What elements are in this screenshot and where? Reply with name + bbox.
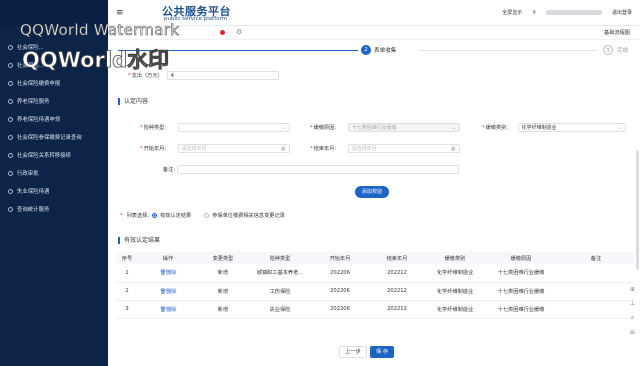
remark-row: 备注:	[143, 165, 459, 174]
col-insurance-type: 险种类型	[248, 252, 312, 264]
scrollbar[interactable]	[636, 150, 639, 270]
col-action: 操作	[138, 252, 198, 264]
delete-link[interactable]: 🗑删除	[160, 307, 177, 313]
radio-valid-results[interactable]	[152, 213, 158, 218]
menu-icon	[8, 62, 13, 68]
delete-link[interactable]: 🗑删除	[160, 289, 177, 295]
logout-link[interactable]: 退出登录	[612, 9, 632, 16]
menu-icon	[8, 44, 13, 50]
results-section-title: 有效认定结果	[118, 237, 160, 244]
list-select-label: 列表选择:	[126, 213, 150, 219]
floating-toolbar: ⊕ ⊥ ⌕ ⊖	[628, 286, 637, 336]
remark-input[interactable]	[177, 165, 459, 174]
deferral-category-select[interactable]: 化学纤维制造业 ⌄	[517, 123, 626, 132]
calendar-icon: ▦	[280, 146, 286, 152]
difficulty-reason-row: * 缓缴原因: 十七类困难行业缓缴 ⌄	[310, 123, 460, 132]
sidebar-item-8[interactable]: 行政审批	[0, 164, 108, 182]
tab-close-dot-icon[interactable]	[220, 30, 225, 35]
sidebar-item-4[interactable]: 养老保险服务	[0, 92, 108, 110]
sidebar-item-7[interactable]: 社会保险关系转移接续	[0, 146, 108, 164]
user-name-redacted	[545, 10, 602, 15]
start-month-label: 开始年月:	[143, 146, 167, 152]
step-2-label: 表单收集	[374, 48, 397, 54]
radio-valid-results-label[interactable]: 有效认定结果	[160, 212, 191, 219]
top-header: ≡ 公共服务平台 public service platform 全屏显示 ⚲ …	[108, 0, 640, 26]
table-header-row: 序号 操作 变更类型 险种类型 开始年月 结束年月 缓缴类别 缓缴原因 备注	[116, 252, 634, 264]
step-2-circle: 2	[361, 45, 371, 55]
end-month-row: * 结束年月: 请选择年月 ▦	[310, 144, 460, 153]
difficulty-reason-label: 缓缴原因:	[313, 125, 337, 131]
difficulty-reason-select[interactable]: 十七类困难行业缓缴 ⌄	[347, 123, 460, 132]
add-check-button[interactable]: 添加校验	[355, 186, 389, 198]
col-deferral-category: 缓缴类别	[426, 252, 484, 264]
chevron-down-icon: ⌄	[281, 125, 286, 131]
fullscreen-link[interactable]: 全屏显示	[502, 9, 522, 16]
hamburger-icon[interactable]: ≡	[116, 8, 124, 18]
radio-change-records[interactable]	[204, 213, 210, 218]
remark-label: 备注:	[162, 167, 175, 173]
chevron-down-icon: ⌄	[617, 125, 622, 131]
menu-icon	[8, 134, 13, 140]
step-3-label: 完成	[617, 48, 629, 54]
calendar-icon: ▦	[450, 146, 456, 152]
menu-icon	[8, 206, 13, 212]
prev-step-button[interactable]: 上一步	[339, 346, 367, 358]
sidebar-item-9[interactable]: 失业保险待遇	[0, 182, 108, 200]
step-indicator: 2 表单收集 3 完成	[108, 40, 640, 60]
col-no: 序号	[116, 252, 138, 264]
sidebar-item-3[interactable]: 社会保险缴费申报	[0, 74, 108, 92]
chevron-down-icon: ⌄	[451, 125, 456, 131]
sidebar-item-5[interactable]: 养老保险待遇申领	[0, 110, 108, 128]
list-select-group: * 列表选择: 有效认定结果 参保单位缴费相关信息变更记录	[120, 212, 285, 220]
col-change-type: 变更类型	[198, 252, 248, 264]
step-3-circle: 3	[603, 45, 613, 55]
menu-icon	[8, 188, 13, 194]
start-month-picker[interactable]: 请选择年月 ▦	[177, 144, 290, 153]
search-icon[interactable]: ⌕	[631, 314, 634, 322]
menu-icon	[8, 152, 13, 158]
user-icon: ⚲	[532, 9, 536, 16]
menu-icon	[8, 116, 13, 122]
end-month-picker[interactable]: 请选择年月 ▦	[347, 144, 460, 153]
menu-icon	[8, 98, 13, 104]
insurance-type-label: 险种类型:	[143, 125, 167, 131]
col-end-month: 结束年月	[368, 252, 426, 264]
col-start-month: 开始年月	[312, 252, 368, 264]
menu-icon	[8, 80, 13, 86]
expense-input[interactable]: 4	[166, 71, 279, 80]
deferral-category-row: * 缓缴类别: 化学纤维制造业 ⌄	[482, 123, 626, 132]
insurance-type-row: * 险种类型: ⌄	[140, 123, 290, 132]
deferral-category-label: 缓缴类别:	[485, 125, 509, 131]
table-row: 1 🗑删除 新增 城镇职工基本养老... 202206 202212 化学纤维制…	[116, 264, 634, 283]
insurance-type-select[interactable]: ⌄	[177, 123, 290, 132]
step-line-pending	[418, 50, 598, 51]
tab-bar: ⚙ 基础流程图	[108, 26, 640, 40]
table-row: 3 🗑删除 新增 失业保险 202206 202212 化学纤维制造业 十七类困…	[116, 300, 634, 319]
radio-change-records-label[interactable]: 参保单位缴费相关信息变更记录	[212, 212, 285, 219]
flowchart-link[interactable]: 基础流程图	[604, 29, 630, 36]
watermark-text-cn: QQWorld水印	[22, 48, 170, 73]
pin-icon[interactable]: ⊥	[630, 300, 635, 307]
table-row: 2 🗑删除 新增 工伤保险 202206 202212 化学纤维制造业 十七类困…	[116, 282, 634, 301]
save-button[interactable]: 保 存	[370, 346, 394, 358]
watermark-text: QQWorld Watermark	[20, 21, 180, 40]
results-table: 序号 操作 变更类型 险种类型 开始年月 结束年月 缓缴类别 缓缴原因 备注 1…	[116, 252, 634, 319]
recognition-section-title: 认定内容	[118, 98, 148, 105]
end-month-label: 结束年月:	[313, 146, 337, 152]
gear-icon[interactable]: ⚙	[236, 28, 242, 36]
start-month-row: * 开始年月: 请选择年月 ▦	[140, 144, 290, 153]
col-difficulty-reason: 缓缴原因	[484, 252, 558, 264]
sidebar-item-6[interactable]: 社会保险参保缴费记录查询	[0, 128, 108, 146]
menu-icon	[8, 170, 13, 176]
sidebar-item-10[interactable]: 查询统计服务	[0, 200, 108, 218]
minus-icon[interactable]: ⊖	[630, 329, 635, 336]
col-remark: 备注	[558, 252, 634, 264]
header-actions: 全屏显示 ⚲ 退出登录	[502, 9, 632, 17]
zoom-in-icon[interactable]: ⊕	[630, 286, 635, 293]
delete-link[interactable]: 🗑删除	[160, 270, 177, 276]
